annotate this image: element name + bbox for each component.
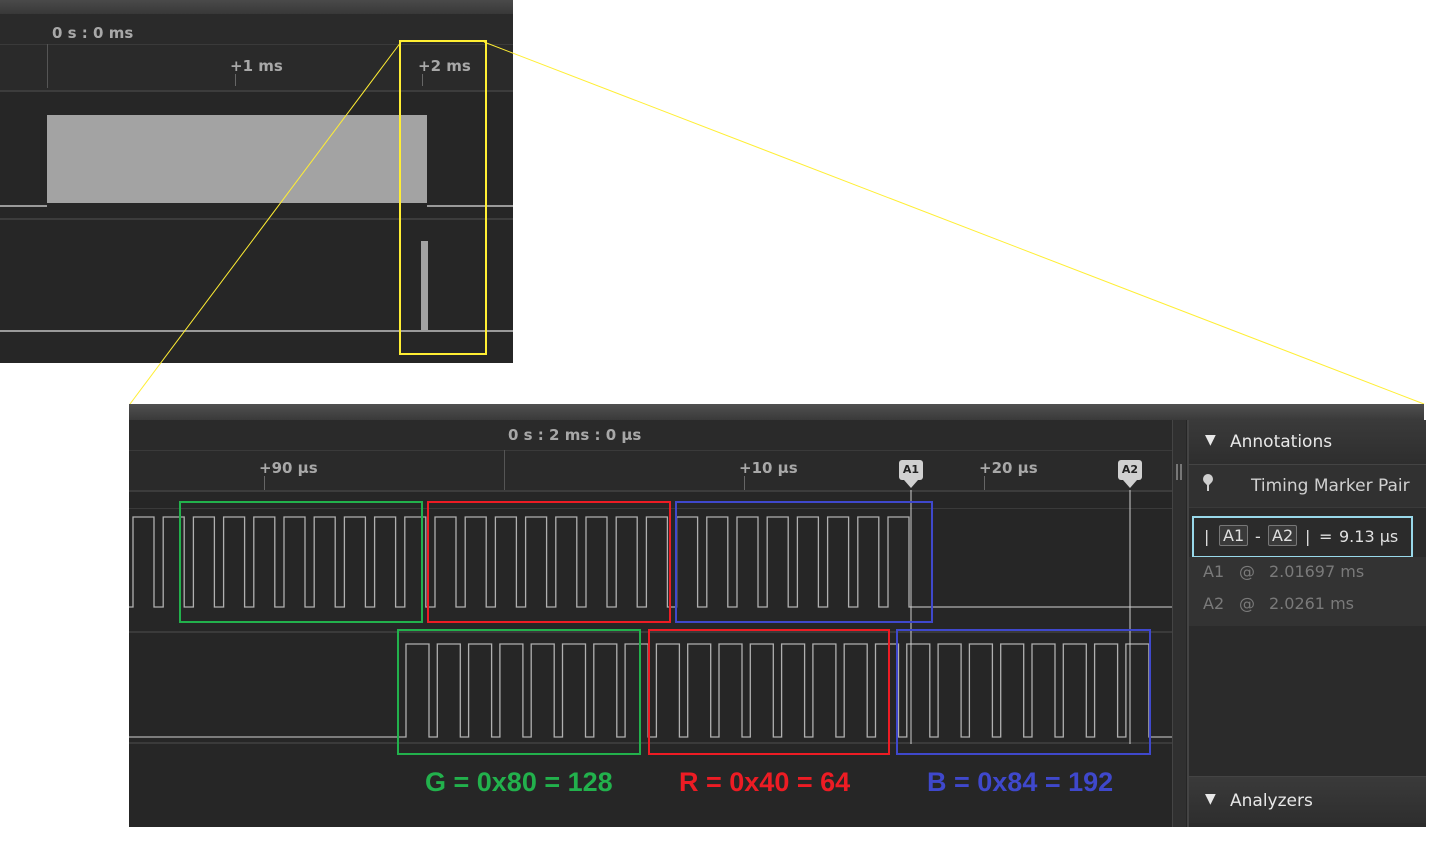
green-byte-box-ch0 xyxy=(179,501,423,623)
overview-tick-1ms: +1 ms xyxy=(230,57,283,75)
red-byte-box-ch1 xyxy=(648,629,890,755)
blue-value-caption: B = 0x84 = 192 xyxy=(927,767,1114,797)
blue-byte-box-ch0 xyxy=(675,501,933,623)
a1-time-row: A1 @ 2.01697 ms xyxy=(1189,557,1426,591)
timing-marker-pair-label: Timing Marker Pair xyxy=(1251,476,1410,496)
red-value-caption: R = 0x40 = 64 xyxy=(679,767,851,797)
detail-window: 0 s : 2 ms : 0 µs +90 µs +10 µs +20 µs A… xyxy=(129,404,1426,827)
annotations-header[interactable]: ▼ Annotations xyxy=(1189,420,1426,465)
a2-time-value: 2.0261 ms xyxy=(1269,594,1354,613)
zoom-region-box xyxy=(399,40,487,355)
overview-time-origin: 0 s : 0 ms xyxy=(52,24,134,42)
detail-scroll-edge[interactable] xyxy=(1172,420,1186,827)
analyzers-title: Analyzers xyxy=(1230,791,1313,811)
side-panel: ▼ Annotations Timing Marker Pair | A1 - … xyxy=(1187,420,1426,827)
collapse-triangle-icon: ▼ xyxy=(1205,432,1216,448)
green-value-caption: G = 0x80 = 128 xyxy=(425,767,613,797)
a2-time-row: A2 @ 2.0261 ms xyxy=(1189,591,1426,626)
green-byte-box-ch1 xyxy=(397,629,641,755)
overview-signal-block xyxy=(47,115,427,203)
a1-time-value: 2.01697 ms xyxy=(1269,562,1365,581)
measure-a2-tag: A2 xyxy=(1268,525,1298,546)
red-byte-box-ch0 xyxy=(427,501,671,623)
overview-header xyxy=(0,0,513,14)
measure-value: 9.13 µs xyxy=(1339,527,1399,546)
annotations-title: Annotations xyxy=(1230,432,1333,452)
marker-a2-flag[interactable]: A2 xyxy=(1118,460,1142,480)
timing-marker-pair-row[interactable]: Timing Marker Pair xyxy=(1189,465,1426,508)
measure-a1-tag: A1 xyxy=(1219,525,1249,546)
analyzers-header[interactable]: ▼ Analyzers xyxy=(1189,776,1426,823)
pin-stem xyxy=(1207,483,1209,491)
collapse-triangle-icon: ▼ xyxy=(1205,791,1216,807)
measurement-box[interactable]: | A1 - A2 | = 9.13 µs xyxy=(1192,516,1413,558)
blue-byte-box-ch1 xyxy=(896,629,1151,755)
marker-a1-flag[interactable]: A1 xyxy=(899,460,923,480)
